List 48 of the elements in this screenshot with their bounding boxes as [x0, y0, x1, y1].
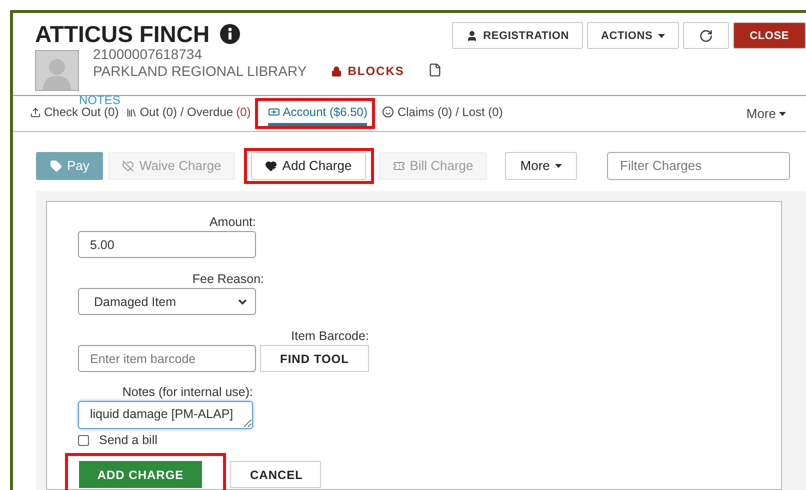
caret-icon — [779, 112, 786, 116]
notes-field[interactable]: liquid damage [PM-ALAP] — [78, 401, 253, 429]
ticket-icon — [392, 160, 405, 172]
actions-button[interactable]: ACTIONS — [586, 22, 679, 49]
document-icon[interactable] — [428, 63, 442, 77]
chevron-icon — [238, 298, 247, 304]
filter-field[interactable]: Filter Charges — [607, 152, 790, 180]
item-barcode-field[interactable]: Enter item barcode — [78, 345, 256, 372]
tab[interactable]: Account ($6.50) — [268, 105, 368, 126]
fee-reason-label: Fee Reason: — [192, 272, 264, 286]
heart-plus-icon — [265, 160, 278, 172]
notes-label: Notes (for internal use): — [122, 385, 253, 399]
smiley-icon — [382, 106, 394, 118]
send-bill-label: Send a bill — [99, 433, 158, 447]
more-button[interactable]: More — [505, 152, 577, 180]
info-icon — [220, 24, 240, 44]
add-charge-button[interactable]: ADD CHARGE — [79, 461, 202, 488]
overdue-count: (0) — [236, 105, 251, 119]
patron-barcode: 21000007618734 — [93, 46, 204, 63]
more-menu[interactable]: More — [740, 105, 792, 122]
amount-label: Amount: — [209, 215, 256, 229]
caret-icon — [554, 164, 562, 168]
registration-button[interactable]: REGISTRATION — [452, 22, 583, 49]
patron-photo — [35, 50, 79, 91]
library-name: PARKLAND REGIONAL LIBRARY — [93, 63, 307, 80]
person-icon — [466, 30, 478, 42]
tab[interactable]: Claims (0) / Lost (0) — [382, 105, 503, 126]
tab[interactable]: Out (0) / Overdue (0) — [126, 105, 251, 126]
lock-icon — [330, 66, 342, 77]
fee-reason-select[interactable]: Damaged Item — [78, 288, 256, 315]
money-icon — [268, 106, 280, 118]
send-bill-checkbox[interactable] — [78, 434, 89, 446]
books-icon — [126, 106, 137, 118]
upload-icon — [30, 106, 41, 118]
add-charge-button[interactable]: Add Charge — [251, 152, 366, 180]
tab[interactable]: Check Out (0) — [30, 105, 119, 126]
refresh-icon — [698, 28, 713, 42]
item-barcode-label: Item Barcode: — [291, 329, 369, 343]
amount-field[interactable]: 5.00 — [78, 231, 256, 258]
refresh-button[interactable] — [682, 22, 729, 49]
tag-icon — [50, 160, 62, 172]
heart-icon — [122, 160, 134, 172]
patron-name: ATTICUS FINCH — [35, 22, 210, 46]
cancel-button[interactable]: CANCEL — [230, 461, 321, 488]
caret-icon — [658, 34, 665, 38]
blocks-link[interactable]: BLOCKS — [330, 63, 404, 80]
close-button[interactable]: CLOSE — [732, 22, 806, 49]
find-tool-button[interactable]: FIND TOOL — [260, 345, 369, 372]
